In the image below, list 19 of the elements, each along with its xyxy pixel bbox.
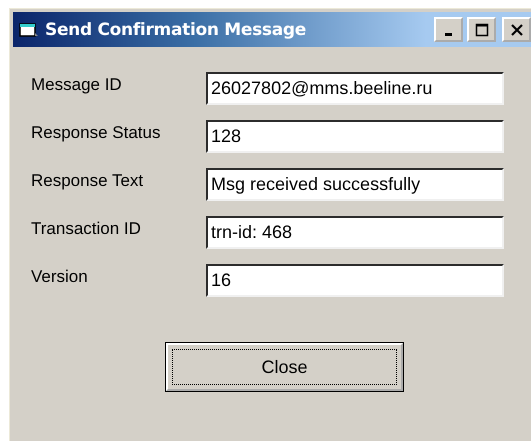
text-field[interactable]: trn-id: 468: [206, 216, 504, 249]
text-field[interactable]: 26027802@mms.beeline.ru: [206, 72, 504, 105]
close-icon: [510, 22, 524, 36]
field-label: Response Status: [31, 122, 162, 143]
maximize-button[interactable]: [467, 17, 496, 42]
field-label: Message ID: [31, 74, 123, 95]
field-label: Transaction ID: [31, 218, 142, 239]
window-icon: [19, 22, 39, 38]
field-label: Version: [31, 266, 89, 287]
text-field[interactable]: 128: [206, 120, 504, 153]
field-label: Response Text: [31, 170, 144, 191]
close-button[interactable]: [502, 17, 531, 42]
close-dialog-button[interactable]: Close: [166, 343, 403, 391]
text-field[interactable]: 16: [206, 264, 504, 297]
window-title: Send Confirmation Message: [45, 20, 306, 40]
minimize-icon: [445, 32, 452, 36]
minimize-button[interactable]: [434, 17, 463, 42]
maximize-icon: [474, 22, 488, 36]
text-field[interactable]: Msg received successfully: [206, 168, 504, 201]
